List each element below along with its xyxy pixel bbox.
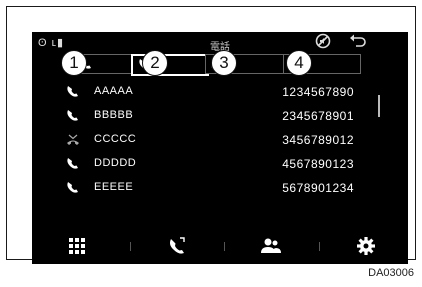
contact-name: BBBBB <box>94 109 134 121</box>
contact-number: 1234567890 <box>282 85 354 99</box>
contacts-icon[interactable] <box>260 236 282 256</box>
list-item[interactable]: EEEEE 5678901234 <box>60 176 360 200</box>
call-log-tabs: M 1 2 3 4 <box>55 50 361 76</box>
call-icon <box>67 182 78 193</box>
contact-name: CCCCC <box>94 133 137 145</box>
list-item[interactable]: BBBBB 2345678901 <box>60 104 360 128</box>
contact-number: 4567890123 <box>282 157 354 171</box>
call-icon <box>67 86 78 97</box>
call-icon <box>67 158 78 169</box>
list-item[interactable]: CCCCC 3456789012 <box>60 128 360 152</box>
callout-1: 1 <box>61 50 87 76</box>
missed-call-icon <box>67 134 79 145</box>
callout-2: 2 <box>142 50 168 76</box>
divider <box>130 242 131 251</box>
phone-screen: ʘ ʟ▮ 電話 1 2 3 4 AAAAA 1234567890 BBBBB 2… <box>32 32 408 264</box>
contact-name: EEEEE <box>94 181 134 193</box>
contact-number: 5678901234 <box>282 181 354 195</box>
call-history-list: AAAAA 1234567890 BBBBB 2345678901 CCCCC … <box>60 80 360 200</box>
status-bar: ʘ ʟ▮ 電話 <box>32 32 408 53</box>
list-item[interactable]: AAAAA 1234567890 <box>60 80 360 104</box>
callout-4: 4 <box>286 50 312 76</box>
figure-caption: DA03006 <box>368 267 414 279</box>
call-history-icon[interactable] <box>166 236 188 256</box>
scrollbar[interactable] <box>378 95 380 117</box>
contact-number: 3456789012 <box>282 133 354 147</box>
contact-number: 2345678901 <box>282 109 354 123</box>
bottom-nav <box>32 228 408 264</box>
list-item[interactable]: DDDDD 4567890123 <box>60 152 360 176</box>
settings-icon[interactable] <box>355 236 377 256</box>
back-icon[interactable] <box>349 33 367 49</box>
contact-name: DDDDD <box>94 157 137 169</box>
callout-3: 3 <box>211 50 237 76</box>
contact-name: AAAAA <box>94 85 134 97</box>
divider <box>224 242 225 251</box>
mute-icon[interactable] <box>315 33 331 49</box>
figure-frame: ʘ ʟ▮ 電話 1 2 3 4 AAAAA 1234567890 BBBBB 2… <box>6 6 416 264</box>
call-icon <box>67 110 78 121</box>
keypad-icon[interactable] <box>66 236 88 256</box>
divider <box>319 242 320 251</box>
